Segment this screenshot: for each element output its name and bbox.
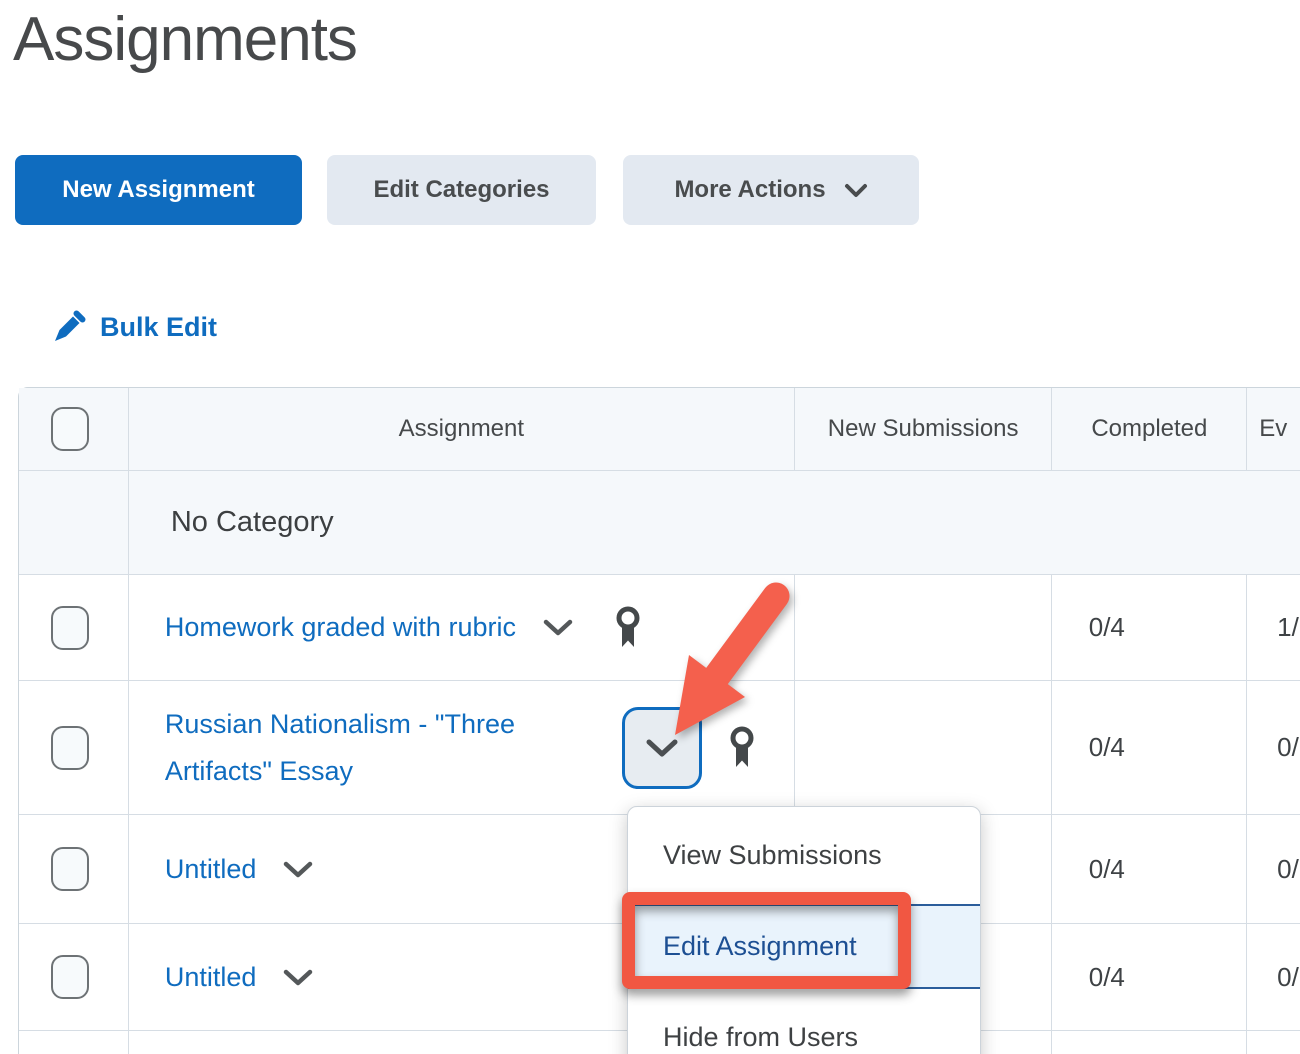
new-assignment-button[interactable]: New Assignment	[15, 155, 302, 225]
header-completed-label: Completed	[1091, 415, 1207, 443]
completed-cell	[1052, 1031, 1247, 1054]
chevron-down-icon	[844, 183, 868, 198]
row-checkbox[interactable]	[51, 847, 89, 891]
evaluated-cell: 1/	[1247, 575, 1300, 681]
new-submissions-cell	[795, 575, 1053, 681]
header-assignment-label: Assignment	[399, 415, 524, 443]
header-new-submissions-label: New Submissions	[828, 415, 1019, 443]
completed-cell: 0/4	[1052, 681, 1247, 815]
evaluated-value: 0/	[1277, 854, 1299, 885]
completed-value: 0/4	[1052, 732, 1246, 763]
edit-categories-button[interactable]: Edit Categories	[327, 155, 596, 225]
completed-value: 0/4	[1052, 612, 1246, 643]
header-completed: Completed	[1052, 388, 1247, 471]
bulk-edit-label: Bulk Edit	[100, 312, 217, 343]
menu-item-hide-from-users[interactable]: Hide from Users	[628, 989, 980, 1054]
header-select-cell	[19, 388, 129, 471]
assignments-page: Assignments New Assignment Edit Categori…	[0, 0, 1300, 1054]
toolbar: New Assignment Edit Categories More Acti…	[0, 155, 1300, 225]
menu-item-view-submissions[interactable]: View Submissions	[628, 807, 980, 904]
new-submissions-cell	[795, 681, 1053, 815]
chevron-down-icon[interactable]	[282, 968, 314, 987]
more-actions-label: More Actions	[674, 176, 825, 204]
header-evaluated-label: Ev	[1259, 415, 1287, 443]
row-select-cell	[19, 1031, 129, 1054]
completed-cell: 0/4	[1052, 815, 1247, 924]
assignment-link[interactable]: Russian Nationalism - "Three Artifacts" …	[165, 701, 557, 794]
category-label: No Category	[171, 506, 334, 539]
category-label-cell: No Category	[129, 471, 1300, 575]
row-select-cell	[19, 815, 129, 924]
header-new-submissions: New Submissions	[795, 388, 1053, 471]
annotation-highlight-box	[622, 892, 911, 989]
row-checkbox[interactable]	[51, 955, 89, 999]
annotation-arrow	[628, 578, 798, 748]
completed-value: 0/4	[1052, 962, 1246, 993]
evaluated-value: 0/	[1277, 732, 1299, 763]
completed-cell: 0/4	[1052, 924, 1247, 1031]
select-all-checkbox[interactable]	[51, 407, 89, 451]
header-evaluated: Ev	[1247, 388, 1300, 471]
bulk-edit-link[interactable]: Bulk Edit	[52, 310, 217, 344]
evaluated-value: 0/	[1277, 962, 1299, 993]
completed-value: 0/4	[1052, 854, 1246, 885]
row-checkbox[interactable]	[51, 606, 89, 650]
assignment-link[interactable]: Homework graded with rubric	[165, 604, 516, 650]
assignment-link[interactable]: Untitled	[165, 846, 257, 892]
row-select-cell	[19, 575, 129, 681]
bulk-edit-icon	[52, 310, 86, 344]
category-select-cell	[19, 471, 129, 575]
assignment-link[interactable]: Untitled	[165, 954, 257, 1000]
more-actions-button[interactable]: More Actions	[623, 155, 919, 225]
completed-cell: 0/4	[1052, 575, 1247, 681]
row-select-cell	[19, 924, 129, 1031]
category-row: No Category	[19, 471, 1300, 575]
table-header-row: Assignment New Submissions Completed Ev	[19, 388, 1300, 471]
evaluated-cell: 0/	[1247, 815, 1300, 924]
header-assignment: Assignment	[129, 388, 795, 471]
row-checkbox[interactable]	[51, 726, 89, 770]
chevron-down-icon[interactable]	[542, 618, 574, 637]
evaluated-cell: 0/	[1247, 681, 1300, 815]
evaluated-cell: 0/	[1247, 924, 1300, 1031]
evaluated-cell	[1247, 1031, 1300, 1054]
page-title: Assignments	[13, 4, 357, 75]
evaluated-value: 1/	[1277, 612, 1299, 643]
row-select-cell	[19, 681, 129, 815]
chevron-down-icon[interactable]	[282, 860, 314, 879]
